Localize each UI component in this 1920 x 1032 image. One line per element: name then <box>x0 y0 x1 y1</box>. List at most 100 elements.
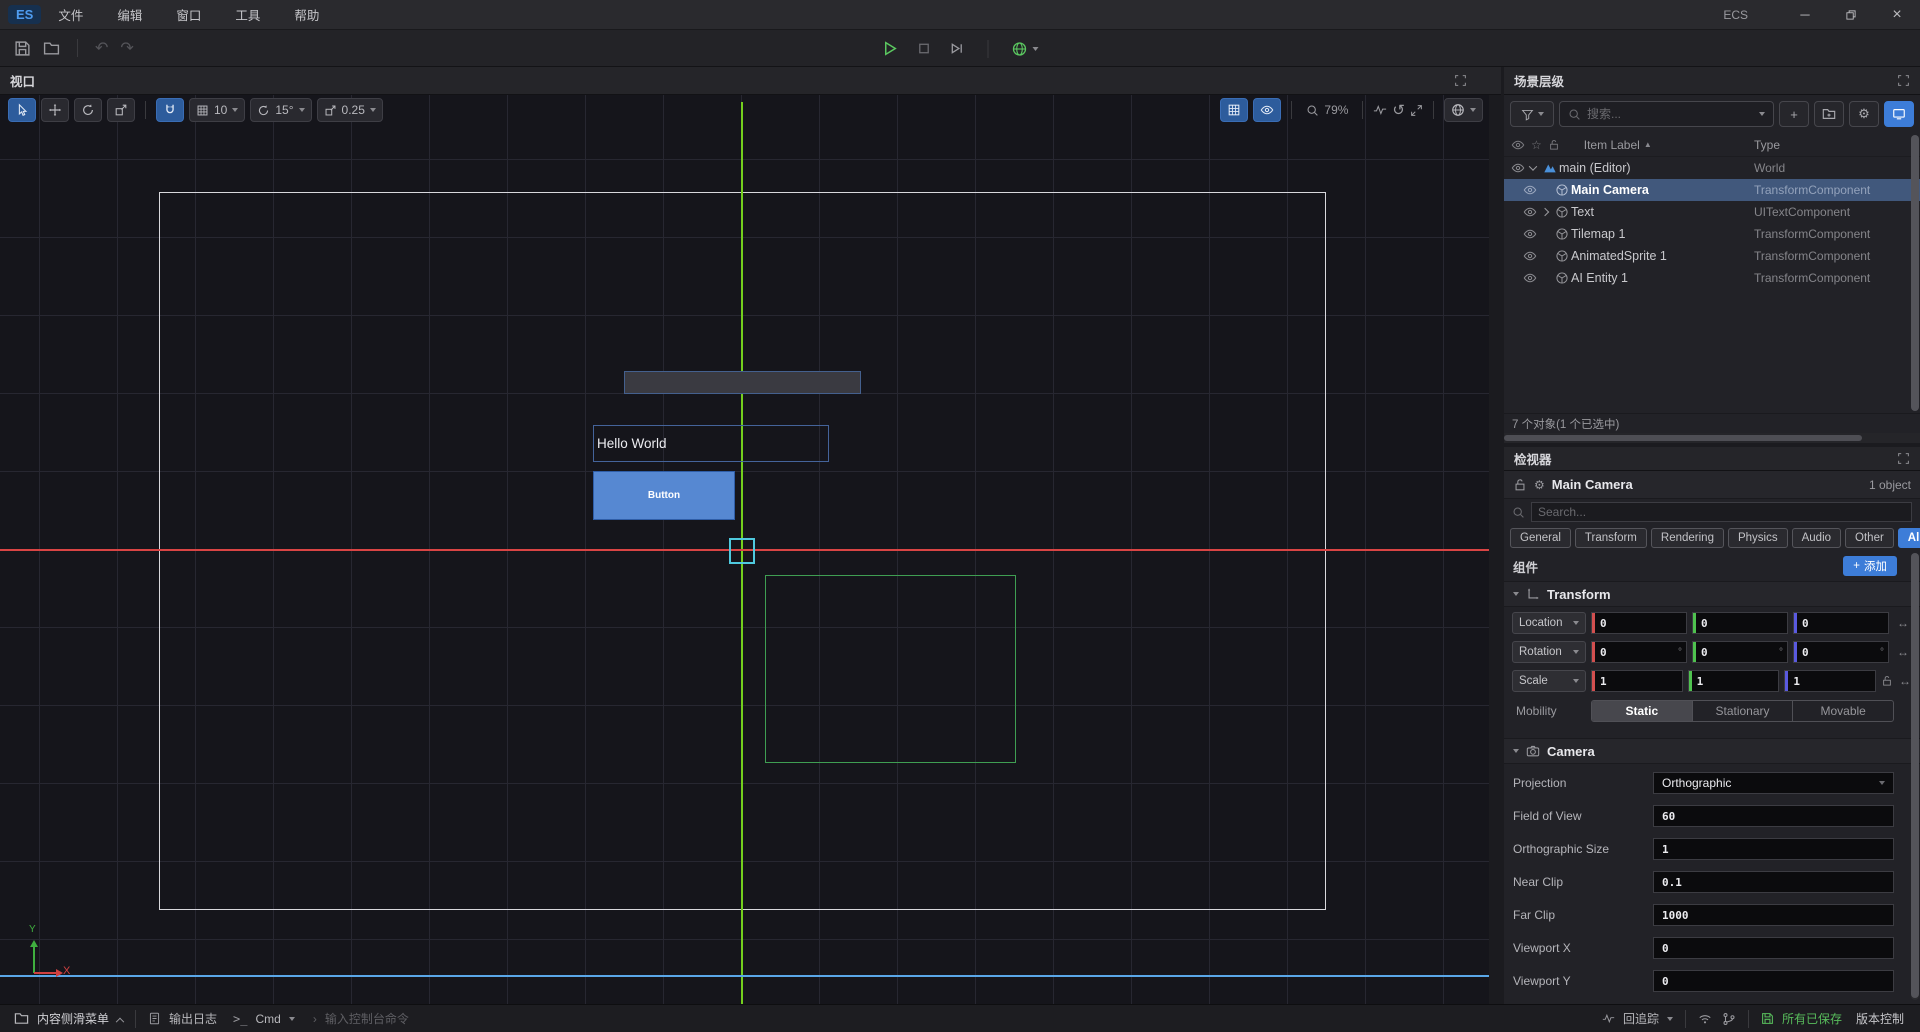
world-view-dropdown[interactable] <box>1444 98 1483 122</box>
add-entity-button[interactable]: + <box>1779 101 1809 127</box>
ui-button-element[interactable]: Button <box>593 471 735 520</box>
eye-icon[interactable] <box>1523 183 1537 197</box>
menu-file[interactable]: 文件 <box>41 0 100 30</box>
maximize-panel-icon[interactable] <box>1454 74 1467 87</box>
location-dropdown[interactable]: Location <box>1512 612 1586 634</box>
scale-snap-dropdown[interactable]: 0.25 <box>317 98 383 122</box>
vscrollbar-thumb[interactable] <box>1911 135 1919 411</box>
redo-icon[interactable]: ↷ <box>120 38 133 58</box>
tab-all[interactable]: All <box>1898 528 1920 548</box>
save-status[interactable]: 所有已保存 <box>1761 1010 1842 1027</box>
link-values-icon[interactable]: ↔ <box>1894 616 1912 630</box>
menu-help[interactable]: 帮助 <box>277 0 336 30</box>
tab-transform[interactable]: Transform <box>1575 528 1647 548</box>
maximize-panel-icon[interactable] <box>1897 452 1910 465</box>
minimize-button[interactable]: ─ <box>1782 0 1828 30</box>
table-row-main-camera[interactable]: Main Camera TransformComponent <box>1504 179 1920 201</box>
play-button[interactable] <box>882 40 899 57</box>
close-button[interactable]: × <box>1874 0 1920 30</box>
scale-z-field[interactable] <box>1784 670 1876 692</box>
tab-audio[interactable]: Audio <box>1792 528 1841 548</box>
add-component-button[interactable]: + 添加 <box>1843 556 1897 576</box>
hierarchy-settings-button[interactable]: ⚙ <box>1849 101 1879 127</box>
rotation-x-input[interactable] <box>1595 646 1678 659</box>
column-item-label[interactable]: Item Label <box>1584 138 1640 152</box>
lock-icon[interactable] <box>1513 478 1527 492</box>
network-icon[interactable] <box>1698 1012 1712 1026</box>
backtrace-dropdown[interactable]: 回追踪 <box>1602 1010 1673 1027</box>
vscrollbar-thumb[interactable] <box>1911 553 1919 998</box>
eye-icon[interactable] <box>1523 205 1537 219</box>
visibility-column-icon[interactable] <box>1511 138 1525 152</box>
rotation-dropdown[interactable]: Rotation <box>1512 641 1586 663</box>
branch-icon[interactable] <box>1722 1012 1736 1026</box>
restore-button[interactable] <box>1828 0 1874 30</box>
version-control-button[interactable]: 版本控制 <box>1856 1010 1904 1027</box>
snap-toggle-button[interactable] <box>156 98 184 122</box>
location-x-field[interactable] <box>1591 612 1687 634</box>
save-icon[interactable] <box>14 40 31 57</box>
table-row-text[interactable]: Text UITextComponent <box>1504 201 1920 223</box>
rotation-z-field[interactable]: ° <box>1793 641 1889 663</box>
select-tool-button[interactable] <box>8 98 36 122</box>
menu-tools[interactable]: 工具 <box>218 0 277 30</box>
rotation-x-field[interactable]: ° <box>1591 641 1687 663</box>
run-target-dropdown[interactable] <box>1012 41 1039 57</box>
location-z-field[interactable] <box>1793 612 1889 634</box>
uniform-scale-lock-icon[interactable] <box>1881 675 1893 687</box>
selected-ui-bar[interactable] <box>624 371 861 394</box>
scale-y-input[interactable] <box>1692 675 1779 688</box>
scale-y-field[interactable] <box>1688 670 1780 692</box>
link-values-icon[interactable]: ↔ <box>1894 645 1912 659</box>
menu-window[interactable]: 窗口 <box>159 0 218 30</box>
projection-select[interactable]: Orthographic <box>1653 772 1894 794</box>
near-clip-field[interactable]: 0.1 <box>1653 871 1894 893</box>
scale-x-input[interactable] <box>1595 675 1682 688</box>
location-y-field[interactable] <box>1692 612 1788 634</box>
chevron-right-icon[interactable] <box>1541 208 1549 216</box>
eye-icon[interactable] <box>1523 271 1537 285</box>
rotate-snap-dropdown[interactable]: 15° <box>250 98 311 122</box>
table-row-world[interactable]: main (Editor) World <box>1504 157 1920 179</box>
mobility-stationary[interactable]: Stationary <box>1693 701 1794 721</box>
rotation-y-input[interactable] <box>1696 646 1779 659</box>
maximize-panel-icon[interactable] <box>1897 74 1910 87</box>
hierarchy-vscrollbar[interactable] <box>1911 135 1919 411</box>
eye-icon[interactable] <box>1511 161 1525 175</box>
hierarchy-search-input[interactable] <box>1587 107 1753 121</box>
table-row-animatedsprite[interactable]: AnimatedSprite 1 TransformComponent <box>1504 245 1920 267</box>
viewport-canvas[interactable]: Hello World Button Y X 10 <box>0 95 1489 1004</box>
hierarchy-search-box[interactable] <box>1559 101 1774 127</box>
undo-icon[interactable]: ↶ <box>95 38 108 58</box>
reset-view-icon[interactable]: ↺ <box>1392 103 1405 118</box>
rotate-tool-button[interactable] <box>74 98 102 122</box>
inspector-vscrollbar[interactable] <box>1911 553 1919 1000</box>
filter-dropdown[interactable] <box>1510 101 1554 127</box>
console-command-input[interactable]: › 输入控制台命令 <box>313 1010 409 1027</box>
camera-section-header[interactable]: Camera <box>1504 738 1920 764</box>
eye-icon[interactable] <box>1523 249 1537 263</box>
scale-z-input[interactable] <box>1788 675 1875 688</box>
scale-dropdown[interactable]: Scale <box>1512 670 1586 692</box>
location-x-input[interactable] <box>1595 617 1686 630</box>
eye-icon[interactable] <box>1523 227 1537 241</box>
rotation-z-input[interactable] <box>1797 646 1880 659</box>
hierarchy-hscrollbar[interactable] <box>1504 433 1920 443</box>
text-element[interactable]: Hello World <box>593 425 829 462</box>
fullscreen-icon[interactable] <box>1410 104 1423 117</box>
selection-pivot-box[interactable] <box>729 538 755 564</box>
chevron-down-icon[interactable] <box>1529 162 1537 170</box>
inspector-search-input[interactable] <box>1531 502 1912 522</box>
viewport-x-field[interactable]: 0 <box>1653 937 1894 959</box>
link-values-icon[interactable]: ↔ <box>1898 674 1912 688</box>
favorite-column-icon[interactable]: ☆ <box>1531 138 1542 152</box>
orthographic-size-field[interactable]: 1 <box>1653 838 1894 860</box>
tab-other[interactable]: Other <box>1845 528 1894 548</box>
scale-tool-button[interactable] <box>107 98 135 122</box>
location-z-input[interactable] <box>1797 617 1888 630</box>
output-log-button[interactable]: 输出日志 <box>148 1010 217 1027</box>
new-folder-button[interactable] <box>1814 101 1844 127</box>
move-tool-button[interactable] <box>41 98 69 122</box>
table-row-tilemap[interactable]: Tilemap 1 TransformComponent <box>1504 223 1920 245</box>
cmd-dropdown[interactable]: >_ Cmd <box>233 1012 295 1026</box>
